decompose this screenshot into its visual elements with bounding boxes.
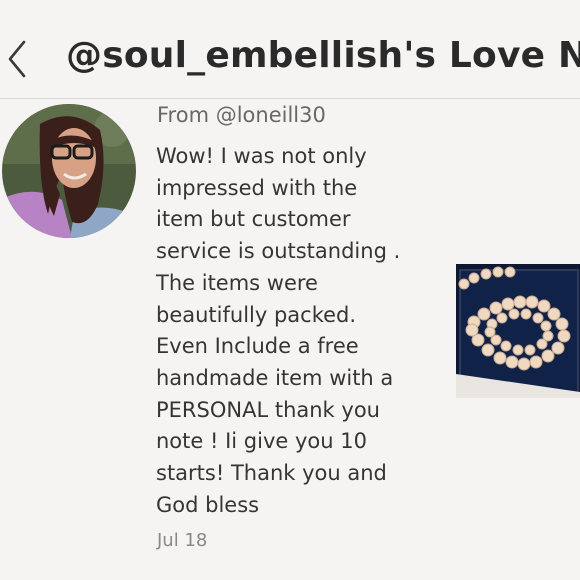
note-line: handmade item with a [156, 365, 394, 390]
note-line: item but customer [156, 207, 351, 232]
back-button[interactable] [4, 38, 32, 80]
note-date: Jul 18 [157, 530, 208, 551]
note-line: impressed with the [156, 175, 358, 200]
page-title: @soul_embellish's Love No.. [66, 35, 580, 76]
note-body: Wow! I was not only impressed with the i… [156, 141, 446, 521]
chevron-left-icon [8, 40, 26, 78]
avatar[interactable] [2, 104, 136, 238]
note-line: note ! Ii give you 10 [156, 429, 367, 454]
note-line: beautifully packed. [156, 302, 357, 327]
header-bar: @soul_embellish's Love No.. [0, 0, 580, 99]
from-label: From @loneill30 [157, 103, 326, 127]
note-line: The items were [156, 270, 318, 295]
note-line: Even Include a free [156, 334, 359, 359]
note-line: PERSONAL thank you [156, 397, 380, 422]
note-line: God bless [156, 492, 260, 517]
note-line: starts! Thank you and [156, 461, 387, 486]
note-line: Wow! I was not only [156, 144, 367, 168]
note-line: service is outstanding . [156, 239, 401, 264]
listing-thumbnail[interactable] [456, 264, 580, 398]
